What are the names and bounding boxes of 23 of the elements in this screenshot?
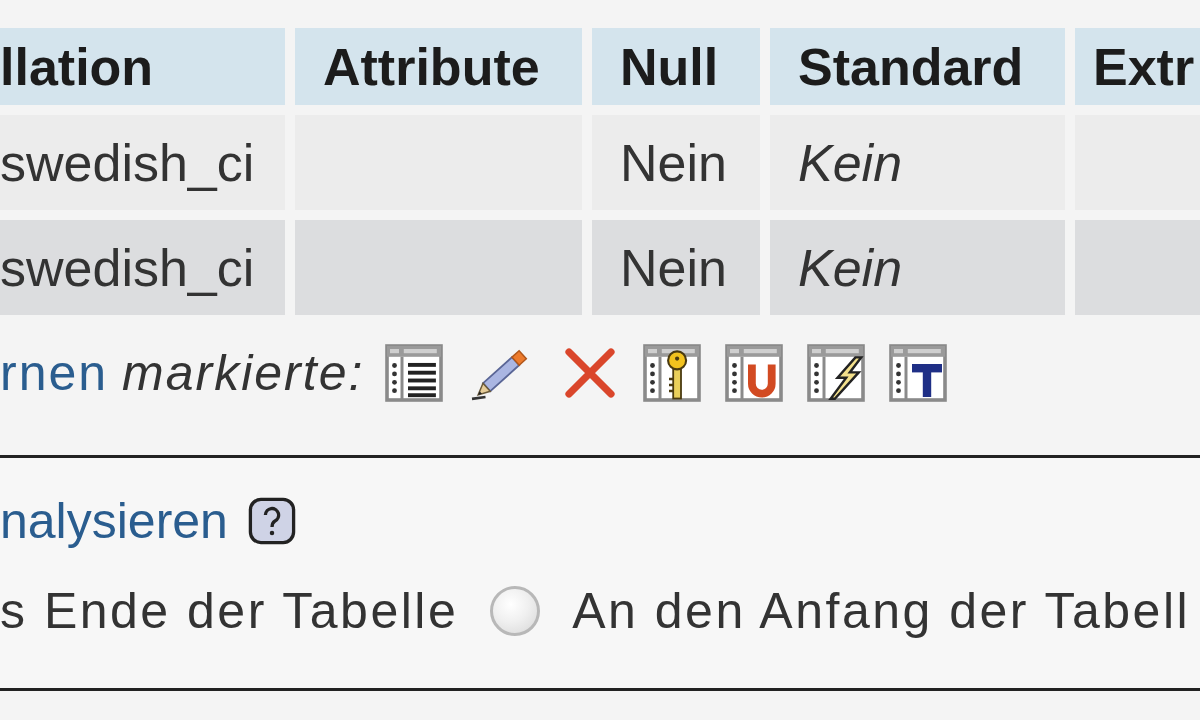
analyze-link[interactable]: nalysieren <box>0 496 228 546</box>
table-cell: Nein <box>592 115 760 210</box>
with-selected-label: markierte: <box>122 344 365 403</box>
text-link[interactable]: rnen <box>0 343 109 403</box>
table-cell: swedish_ci <box>0 115 285 210</box>
table-cell: Kein <box>770 115 1065 210</box>
radio-button[interactable] <box>490 586 541 636</box>
table-cell: Nein <box>592 220 760 315</box>
column-header: Attribute <box>295 28 582 105</box>
table-list-icon[interactable] <box>384 343 445 403</box>
help-icon[interactable] <box>247 497 296 545</box>
table-cell: swedish_ci <box>0 220 285 315</box>
radio-label: An den Anfang der Tabell <box>572 586 1191 636</box>
radio-label: s Ende der Tabelle <box>0 586 459 636</box>
table-cell: Kein <box>770 220 1065 315</box>
column-header: Null <box>592 28 760 105</box>
table-key-icon[interactable] <box>642 343 703 403</box>
column-header: Extr <box>1075 28 1200 105</box>
column-header: Standard <box>770 28 1065 105</box>
table-lightning-icon[interactable] <box>806 343 867 403</box>
table-u-icon[interactable] <box>724 343 785 403</box>
column-header: llation <box>0 28 285 105</box>
table-t-icon[interactable] <box>888 343 949 403</box>
